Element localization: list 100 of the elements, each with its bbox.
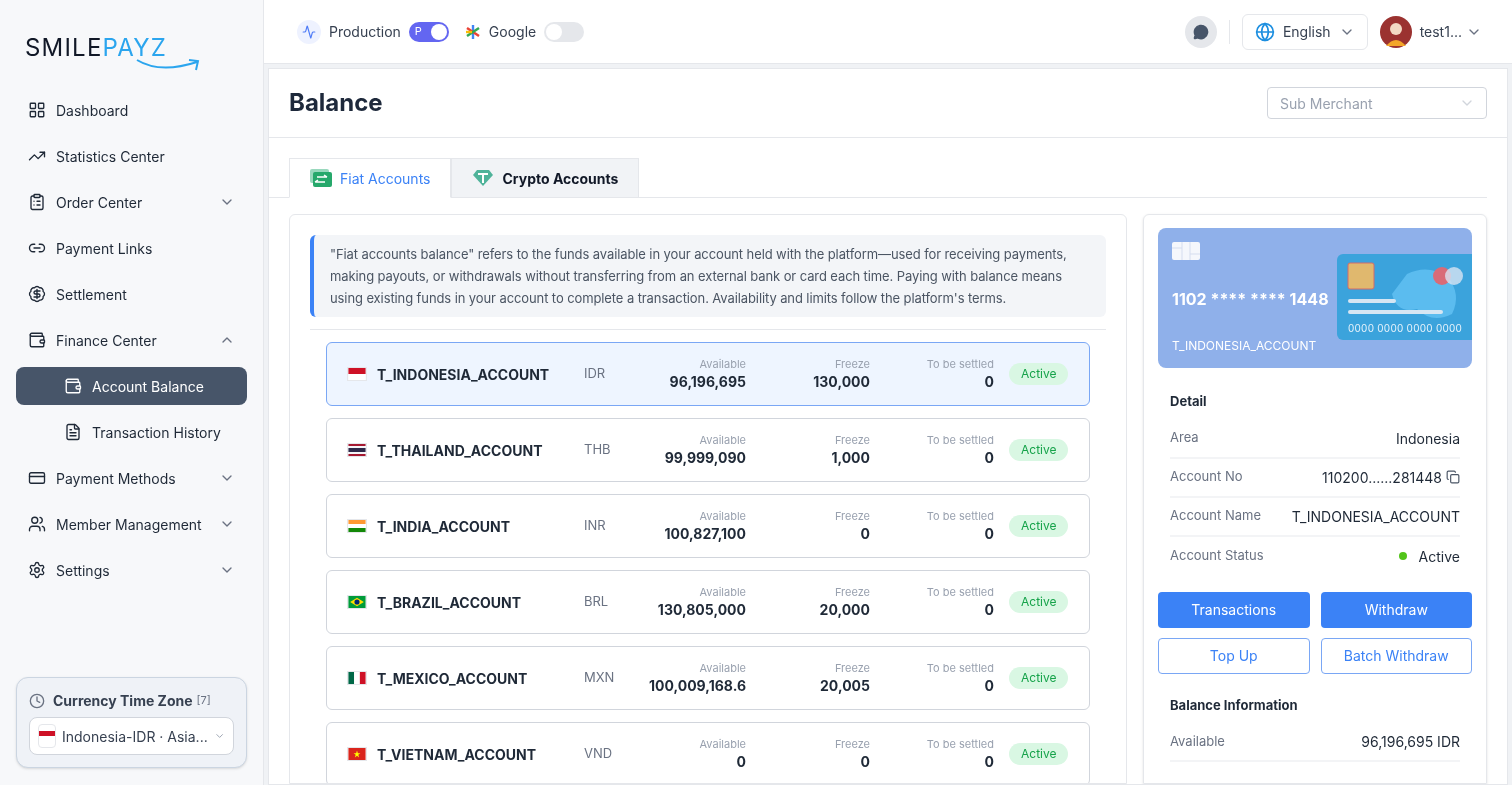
language-select[interactable]: English — [1241, 13, 1368, 50]
flag-icon — [347, 519, 367, 533]
account-card[interactable]: T_INDONESIA_ACCOUNT IDR Available 96,196,695 Freeze 130,000 To be settled 0 Active — [326, 342, 1090, 406]
tab[interactable]: Fiat Accounts — [289, 158, 452, 198]
chat-button[interactable] — [1184, 15, 1217, 48]
detail-label: Area — [1170, 428, 1199, 448]
nav-item[interactable]: Dashboard — [16, 91, 247, 129]
account-card[interactable]: T_MEXICO_ACCOUNT MXN Available 100,009,168.6 Freeze 20,005 To be settled 0 Active — [326, 646, 1090, 710]
account-card[interactable]: T_VIETNAM_ACCOUNT VND Available 0 Freeze 0 To be settled 0 Active — [326, 722, 1090, 783]
toggle-label: Production — [329, 22, 401, 42]
section-title: Detail — [1169, 392, 1208, 411]
field-label: Available — [699, 736, 746, 752]
flag-icon — [347, 595, 367, 609]
nav-item[interactable]: Payment Links — [16, 229, 247, 267]
sub-merchant-select[interactable]: Sub Merchant — [1267, 87, 1487, 119]
amount: 20,005 — [820, 676, 870, 696]
page-title: Balance — [289, 87, 383, 119]
amount: 0 — [984, 600, 994, 620]
timezone-select[interactable]: Indonesia-IDR · Asia... — [29, 717, 234, 755]
toggle-switch[interactable] — [544, 21, 585, 42]
detail-value: T_INDONESIA_ACCOUNT — [1291, 506, 1460, 527]
action-button[interactable]: Batch Withdraw — [1320, 637, 1472, 674]
account-name: T_BRAZIL_ACCOUNT — [376, 592, 523, 613]
amount: 99,999,090 — [664, 448, 746, 468]
amount: 0 — [984, 752, 994, 772]
chip-icon — [1172, 242, 1200, 260]
clipboard-icon — [28, 193, 46, 211]
account-name: T_INDIA_ACCOUNT — [376, 516, 512, 537]
action-button[interactable]: Transactions — [1158, 591, 1310, 628]
field-label: Available — [699, 584, 746, 600]
toggle-switch[interactable]: P — [408, 21, 449, 42]
detail-value: Indonesia — [1395, 428, 1460, 449]
logo: SMILEPAYZ — [0, 0, 263, 90]
field-label: To be settled — [926, 432, 994, 448]
tab[interactable]: Crypto Accounts — [451, 158, 640, 198]
currency-code: INR — [584, 516, 607, 536]
panel-title: Currency Time Zone — [53, 691, 193, 711]
status-badge: Active — [1009, 439, 1069, 461]
clock-icon — [29, 692, 45, 709]
account-name: T_VIETNAM_ACCOUNT — [376, 744, 538, 765]
field-label: To be settled — [926, 356, 994, 372]
credit-card-icon — [28, 469, 46, 487]
account-card[interactable]: T_INDIA_ACCOUNT INR Available 100,827,100 Freeze 0 To be settled 0 Active — [326, 494, 1090, 558]
account-card[interactable]: T_BRAZIL_ACCOUNT BRL Available 130,805,000 Freeze 20,000 To be settled 0 Active — [326, 570, 1090, 634]
user-name[interactable]: test1... — [1419, 21, 1462, 42]
currency-code: IDR — [584, 364, 607, 384]
star-burst-icon — [464, 23, 481, 40]
currency-code: BRL — [584, 592, 610, 612]
amount: 0 — [984, 448, 994, 468]
nav-item[interactable]: Account Balance — [16, 367, 247, 405]
nav-item[interactable]: Settlement — [16, 275, 247, 313]
nav-item[interactable]: Transaction History — [16, 413, 247, 451]
status-badge: Active — [1009, 363, 1069, 385]
nav-item[interactable]: Member Management — [16, 505, 247, 543]
sample-card-number: 0000 0000 0000 0000 — [1348, 321, 1463, 336]
grid-icon — [28, 101, 46, 119]
notice: "Fiat accounts balance" refers to the funds available in your account held with the platform—used for receiving payments, making payouts, or withdrawals without transferring from an external bank or card each time. Paying with balance means using existing funds in your account to complete a transaction. Availability and limits follow the platform's terms. — [310, 235, 1106, 317]
nav-item[interactable]: Finance Center — [16, 321, 247, 359]
detail-label: Account No — [1170, 467, 1243, 487]
nav-item[interactable]: Order Center — [16, 183, 247, 221]
nav-item[interactable]: Settings — [16, 551, 247, 589]
flag-icon — [38, 724, 56, 748]
detail-label: Account Status — [1170, 546, 1264, 566]
copy-icon[interactable] — [1446, 470, 1460, 484]
count-label: [7] — [196, 692, 211, 709]
field-label: To be settled — [926, 660, 994, 676]
field-label: Available — [699, 660, 746, 676]
amount: 0 — [984, 524, 994, 544]
action-button[interactable]: Top Up — [1158, 637, 1310, 674]
detail-label: Account Name — [1170, 506, 1261, 526]
avatar[interactable] — [1379, 15, 1412, 48]
amount: 20,000 — [819, 600, 870, 620]
dollar-icon — [28, 285, 46, 303]
currency-code: THB — [584, 440, 612, 460]
toggle-label: Google — [488, 22, 537, 42]
status-badge: Active — [1009, 667, 1069, 689]
tether-icon — [472, 169, 495, 187]
field-label: Freeze — [834, 508, 870, 524]
field-label: Freeze — [834, 356, 870, 372]
amount: 0 — [984, 676, 994, 696]
globe-icon — [1254, 21, 1275, 42]
amount: 0 — [736, 752, 746, 772]
settings-icon — [28, 561, 46, 579]
field-label: Available — [699, 432, 746, 448]
field-label: Freeze — [834, 660, 870, 676]
balance-label: Available — [1170, 731, 1225, 751]
flag-icon — [347, 443, 367, 457]
chat-icon — [1192, 23, 1209, 40]
document-icon — [64, 423, 82, 441]
card-number: 1102 **** **** 1448 — [1172, 288, 1330, 311]
wallet-icon — [64, 377, 82, 395]
action-button[interactable]: Withdraw — [1320, 591, 1472, 628]
nav-item[interactable]: Payment Methods — [16, 459, 247, 497]
account-card[interactable]: T_THAILAND_ACCOUNT THB Available 99,999,090 Freeze 1,000 To be settled 0 Active — [326, 418, 1090, 482]
users-icon — [28, 515, 46, 533]
amount: 100,009,168.6 — [648, 676, 746, 696]
nav-item[interactable]: Statistics Center — [16, 137, 247, 175]
amount: 100,827,100 — [664, 524, 746, 544]
amount: 96,196,695 — [669, 372, 746, 392]
status-badge: Active — [1009, 591, 1069, 613]
